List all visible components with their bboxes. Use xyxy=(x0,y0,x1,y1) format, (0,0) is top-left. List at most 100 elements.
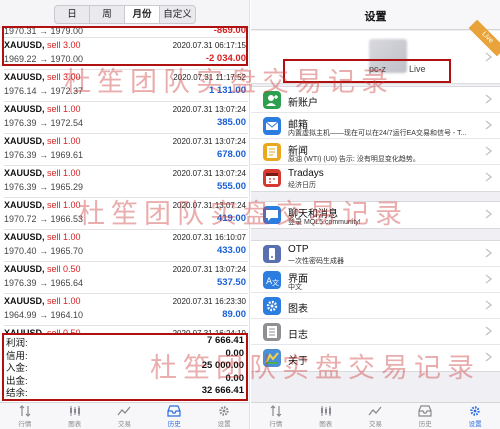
trade-prices: 1976.39 → 1972.54 xyxy=(4,118,84,128)
tab-gear[interactable]: 设置 xyxy=(199,403,249,429)
trade-row[interactable]: XAUUSD, sell 1.00 2020.07.31 13:07:24 1970… xyxy=(4,198,248,230)
trend-icon xyxy=(351,405,401,417)
trade-row[interactable]: XAUUSD, sell 1.00 2020.07.31 13:07:24 1976… xyxy=(4,102,248,134)
symbol-label: XAUUSD, xyxy=(4,296,45,306)
chevron-right-icon xyxy=(485,352,492,362)
segment-custom[interactable]: 自定义 xyxy=(160,6,195,23)
tab-arrows-updown[interactable]: 行情 xyxy=(251,403,301,429)
arrows-updown-icon xyxy=(251,405,301,417)
settings-item-title: Tradays xyxy=(288,168,324,179)
segment-day[interactable]: 日 xyxy=(55,6,90,23)
trade-prices: 1976.14 → 1972.37 xyxy=(4,86,84,96)
settings-item-calendar[interactable]: Tradays 经济日历 xyxy=(251,165,500,191)
trade-row[interactable]: XAUUSD, sell 1.00 2020.07.31 13:07:24 1976… xyxy=(4,134,248,166)
settings-item-journal[interactable]: 日志 xyxy=(251,319,500,345)
trade-row[interactable]: XAUUSD, sell 0.50 2020.07.31 13:07:24 1976… xyxy=(4,262,248,294)
tab-label: 历史 xyxy=(418,421,432,428)
segment-week[interactable]: 周 xyxy=(90,6,125,23)
tab-gear[interactable]: 设置 xyxy=(450,403,500,429)
settings-item-subtitle: 内置虚拟主机——现在可以在24/7运行EA交易和信号 - T... xyxy=(288,130,467,137)
trade-symbol: XAUUSD, sell 3.00 xyxy=(4,72,81,82)
tab-bar: 行情 图表 交易 历史 设置 xyxy=(251,402,500,429)
trade-time: 2020.07.31 13:07:24 xyxy=(172,169,246,178)
symbol-label: XAUUSD, xyxy=(4,104,45,114)
tab-label: 图表 xyxy=(319,421,333,428)
trade-prices: 1976.39 → 1965.29 xyxy=(4,182,84,192)
settings-item-title: 图表 xyxy=(288,304,308,315)
otp-icon xyxy=(263,245,281,263)
trade-row[interactable]: XAUUSD, sell 1.00 2020.07.31 13:07:24 1976… xyxy=(4,166,248,198)
symbol-label: XAUUSD, xyxy=(4,232,45,242)
settings-item-chart-settings[interactable]: 图表 xyxy=(251,293,500,319)
trade-side: sell 1.00 xyxy=(47,296,81,306)
tab-inbox[interactable]: 历史 xyxy=(149,403,199,429)
chevron-right-icon xyxy=(485,300,492,310)
inbox-icon xyxy=(149,405,199,417)
segment-month[interactable]: 月份 xyxy=(125,6,160,23)
settings-item-interface[interactable]: A 文界面 中文 xyxy=(251,267,500,293)
trade-profit: 419.00 xyxy=(216,213,246,224)
tab-trend[interactable]: 交易 xyxy=(351,403,401,429)
symbol-label: XAUUSD, xyxy=(4,264,45,274)
interface-icon: A文 xyxy=(263,271,281,289)
trade-time: 2020.07.31 13:07:24 xyxy=(172,265,246,274)
tab-label: 行情 xyxy=(18,421,32,428)
trade-row[interactable]: XAUUSD, sell 1.00 2020.07.31 16:10:07 1970… xyxy=(4,230,248,262)
trade-symbol: XAUUSD, sell 1.00 xyxy=(4,232,81,242)
trade-symbol: XAUUSD, sell 1.00 xyxy=(4,168,81,178)
tab-arrows-updown[interactable]: 行情 xyxy=(0,403,50,429)
settings-item-title: 新账户 xyxy=(288,98,318,109)
tab-candles[interactable]: 图表 xyxy=(50,403,100,429)
trade-symbol: XAUUSD, sell 0.50 xyxy=(4,264,81,274)
settings-item-subtitle: 中文 xyxy=(288,284,302,291)
trade-profit: 385.00 xyxy=(216,117,246,128)
trade-profit: 1 131.00 xyxy=(209,85,246,96)
trade-history-list[interactable]: 1970.31 → 1979.00 -869.00 XAUUSD, sell 3… xyxy=(4,24,248,334)
trend-icon xyxy=(100,405,150,417)
settings-header: 设置 xyxy=(251,0,500,30)
settings-item-subtitle: 原油 (WTI) (U0) 告示: 没有明显变化趋势。 xyxy=(288,156,420,163)
trade-row[interactable]: XAUUSD, sell 1.00 2020.07.31 16:23:30 1964… xyxy=(4,294,248,326)
tab-label: 交易 xyxy=(117,421,131,428)
trade-profit: 433.00 xyxy=(216,245,246,256)
settings-group-app: OTP 一次性密码生成器 A 文界面 中文图表日志关于 xyxy=(251,240,500,372)
settings-group-community: 聊天和消息 登录 MQL5.community! xyxy=(251,201,500,229)
symbol-label: XAUUSD, xyxy=(4,136,45,146)
settings-item-add-account[interactable]: 新账户 xyxy=(251,87,500,113)
trade-symbol: XAUUSD, sell 1.00 xyxy=(4,200,81,210)
chevron-right-icon xyxy=(485,94,492,104)
trade-prices: 1976.39 → 1965.64 xyxy=(4,278,84,288)
settings-item-otp[interactable]: OTP 一次性密码生成器 xyxy=(251,241,500,267)
inbox-icon xyxy=(400,405,450,417)
trade-side: sell 1.00 xyxy=(47,200,81,210)
candles-icon xyxy=(301,405,351,417)
tab-bar: 行情 图表 交易 历史 设置 xyxy=(0,402,249,429)
trade-row[interactable]: XAUUSD, sell 3.00 2020.07.31 11:17:52 1976… xyxy=(4,70,248,102)
calendar-icon xyxy=(263,169,281,187)
settings-item-about[interactable]: 关于 xyxy=(251,345,500,371)
highlight-box-account xyxy=(283,59,451,83)
candles-icon xyxy=(50,405,100,417)
settings-item-title: OTP xyxy=(288,244,309,255)
chevron-right-icon xyxy=(485,52,492,62)
symbol-label: XAUUSD, xyxy=(4,168,45,178)
settings-item-chat[interactable]: 聊天和消息 登录 MQL5.community! xyxy=(251,202,500,228)
tab-label: 交易 xyxy=(368,421,382,428)
journal-icon xyxy=(263,323,281,341)
chat-icon xyxy=(263,206,281,224)
trade-time: 2020.07.31 13:07:24 xyxy=(172,137,246,146)
settings-item-news[interactable]: 新闻 原油 (WTI) (U0) 告示: 没有明显变化趋势。 xyxy=(251,139,500,165)
trade-side: sell 3.00 xyxy=(47,72,81,82)
tab-label: 设置 xyxy=(217,421,231,428)
settings-group-main: 新账户邮箱 内置虚拟主机——现在可以在24/7运行EA交易和信号 - T... 新闻… xyxy=(251,86,500,192)
trade-time: 2020.07.31 16:10:07 xyxy=(172,233,246,242)
tab-inbox[interactable]: 历史 xyxy=(400,403,450,429)
settings-item-mail[interactable]: 邮箱 内置虚拟主机——现在可以在24/7运行EA交易和信号 - T... xyxy=(251,113,500,139)
arrows-updown-icon xyxy=(0,405,50,417)
tab-trend[interactable]: 交易 xyxy=(100,403,150,429)
tab-candles[interactable]: 图表 xyxy=(301,403,351,429)
trade-profit: 89.00 xyxy=(222,309,246,320)
trade-side: sell 0.50 xyxy=(47,264,81,274)
settings-item-title: 关于 xyxy=(288,356,308,367)
mail-icon xyxy=(263,117,281,135)
